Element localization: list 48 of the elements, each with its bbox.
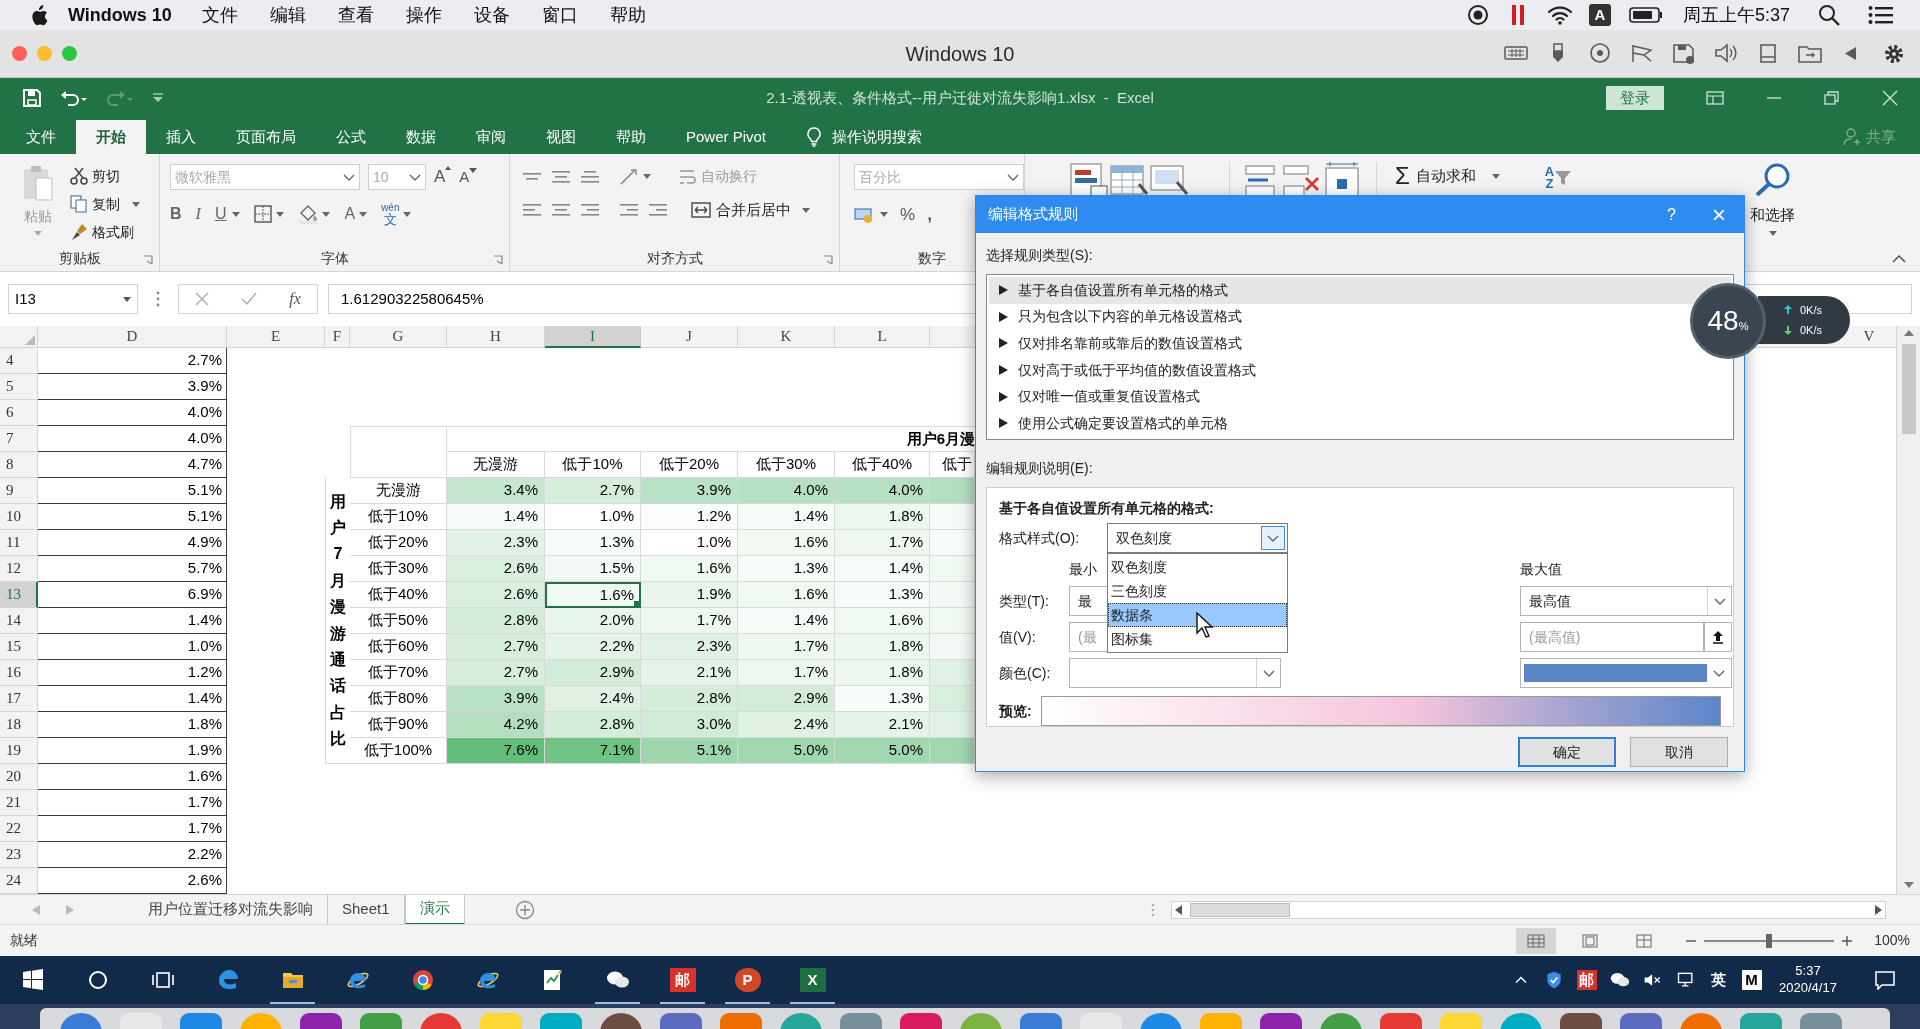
- group-label: 数字: [918, 248, 946, 268]
- table-cell: 3.9%: [38, 374, 227, 400]
- table-cell: 2.7%: [38, 348, 227, 374]
- status-text: 就绪: [10, 931, 38, 950]
- row-axis-title: 用户7月漫游通话占比: [330, 491, 346, 750]
- section-label: 编辑规则说明(E):: [986, 459, 1094, 478]
- table-cell: 4.7%: [38, 452, 227, 478]
- table-cell: 5.1%: [38, 478, 227, 504]
- window-title: Windows 10: [905, 41, 1015, 67]
- table-cell: 1.7%: [38, 816, 227, 842]
- mail-app-icon: 邮: [669, 968, 696, 992]
- table-cell: 5.1%: [38, 504, 227, 530]
- document-title: 2.1-透视表、条件格式--用户迁徙对流失影响1.xlsx - Excel: [766, 87, 1154, 108]
- table-cell: 5.7%: [38, 556, 227, 582]
- upload-speed: 0K/s: [1800, 302, 1822, 318]
- column-heading: 最大值: [1520, 560, 1562, 579]
- rule-heading: 基于各自值设置所有单元格的格式:: [999, 499, 1215, 518]
- table-cell: 2.2%: [38, 842, 227, 868]
- table-cell: 4.0%: [38, 426, 227, 452]
- group-label: 剪贴板: [58, 248, 101, 268]
- table-title: 用户6月漫: [447, 426, 975, 452]
- table-cell: 1.0%: [38, 634, 227, 660]
- input-method-icon: 英: [1708, 970, 1729, 990]
- table-cell: 4.0%: [38, 400, 227, 426]
- table-cell: 4.9%: [38, 530, 227, 556]
- table-cell: 1.8%: [38, 712, 227, 738]
- group-label: 字体: [320, 248, 349, 268]
- table-cell: 6.9%: [38, 582, 227, 608]
- spreadsheet-app-icon: X: [799, 968, 826, 992]
- mail-app-icon: 邮: [1576, 970, 1597, 990]
- presentation-app-icon: P: [734, 968, 761, 992]
- column-heading: 最小: [1069, 560, 1097, 579]
- table-cell: 1.2%: [38, 660, 227, 686]
- field-label: 格式样式(O):: [999, 528, 1081, 548]
- field-label: 类型(T):: [999, 591, 1050, 611]
- table-cell: 1.6%: [38, 764, 227, 790]
- group-label: 对齐方式: [646, 248, 703, 268]
- field-label: 预览:: [999, 701, 1033, 721]
- download-speed: 0K/s: [1800, 323, 1822, 338]
- dialog-title: 编辑格式规则: [988, 204, 1078, 225]
- table-cell: 1.4%: [38, 686, 227, 712]
- app-icon: M: [1741, 970, 1762, 990]
- table-cell: 1.7%: [38, 790, 227, 816]
- section-label: 选择规则类型(S):: [986, 246, 1094, 265]
- table-cell: 1.9%: [38, 738, 227, 764]
- field-label: 值(V):: [999, 627, 1037, 647]
- table-cell: 1.4%: [38, 608, 227, 634]
- field-label: 颜色(C):: [999, 663, 1052, 683]
